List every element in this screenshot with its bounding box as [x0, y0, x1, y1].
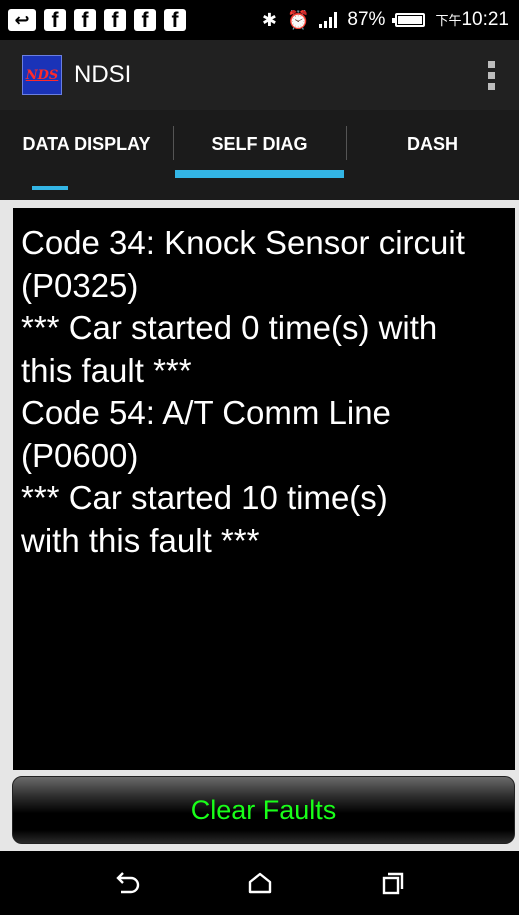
tab-dash[interactable]: DASH	[346, 110, 519, 178]
tab-data-display[interactable]: DATA DISPLAY	[0, 110, 173, 178]
navigation-bar	[0, 851, 519, 915]
facebook-icon: f	[74, 9, 96, 31]
tab-self-diag[interactable]: SELF DIAG	[173, 110, 346, 178]
overflow-menu-icon[interactable]	[488, 60, 495, 90]
facebook-icon: f	[44, 9, 66, 31]
bluetooth-icon: ✱	[261, 9, 277, 30]
signal-icon	[319, 12, 338, 28]
battery-icon	[392, 13, 426, 27]
clock-time: 10:21	[461, 9, 509, 30]
fault-list: Code 34: Knock Sensor circuit (P0325) **…	[13, 208, 515, 770]
facebook-icon: f	[134, 9, 156, 31]
back-notification-icon: ↩	[8, 9, 36, 31]
home-icon	[248, 872, 271, 894]
recents-button[interactable]	[363, 858, 423, 908]
app-logo: NDS	[22, 55, 62, 95]
app-title: NDSI	[74, 61, 132, 88]
fault-line: (P0325)	[21, 266, 139, 304]
clear-faults-button[interactable]: Clear Faults	[12, 776, 515, 844]
notification-icons: ↩ f f f f f	[8, 9, 186, 31]
alarm-icon: ⏰	[286, 9, 310, 30]
fault-line: with this fault ***	[21, 521, 260, 559]
app-logo-text: NDS	[25, 67, 59, 83]
facebook-icon: f	[164, 9, 186, 31]
fault-line: (P0600)	[21, 436, 139, 474]
fault-line: *** Car started 10 time(s)	[21, 479, 388, 516]
back-button[interactable]	[97, 858, 157, 908]
tab-bar: DATA DISPLAY SELF DIAG DASH	[0, 110, 519, 178]
fault-line: Code 34: Knock Sensor circuit	[21, 224, 465, 261]
facebook-icon: f	[104, 9, 126, 31]
action-bar: NDS NDSI	[0, 40, 519, 110]
status-bar: ↩ f f f f f ✱ ⏰ 87% 下午10:21	[0, 0, 519, 40]
recents-icon	[382, 872, 403, 895]
system-icons: ✱ ⏰ 87% 下午10:21	[262, 9, 509, 31]
tab-scroll-indicator	[0, 178, 519, 200]
battery-percent: 87%	[347, 9, 386, 30]
home-button[interactable]	[230, 858, 290, 908]
clock: 下午10:21	[435, 9, 509, 31]
back-icon	[115, 872, 139, 894]
clock-prefix: 下午	[435, 13, 462, 28]
fault-line: this fault ***	[21, 351, 192, 389]
fault-line: Code 54: A/T Comm Line	[21, 394, 391, 431]
fault-line: *** Car started 0 time(s) with	[21, 309, 438, 346]
